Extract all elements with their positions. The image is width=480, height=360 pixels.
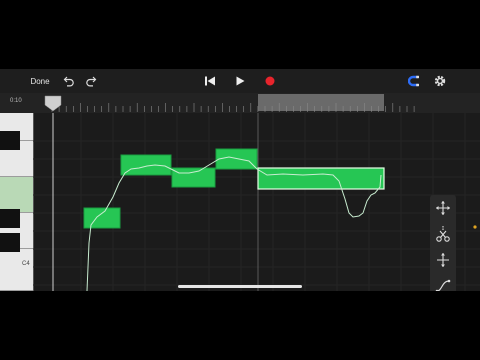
edge-dot <box>473 225 477 229</box>
home-indicator[interactable] <box>178 285 302 288</box>
piano-black-key[interactable] <box>0 209 20 228</box>
grid-canvas <box>33 113 480 291</box>
pitch-note[interactable] <box>171 167 216 188</box>
screen: Done 0:10 C4 <box>0 69 480 291</box>
side-tools-panel <box>430 195 456 291</box>
pitch-note[interactable] <box>83 207 121 229</box>
redo-icon[interactable] <box>82 69 100 93</box>
toolbar: Done <box>0 69 480 93</box>
gear-icon[interactable] <box>430 69 450 93</box>
ruler-ticks <box>51 103 415 112</box>
undo-icon[interactable] <box>60 69 78 93</box>
piano-black-key[interactable] <box>0 233 20 252</box>
split-scissors-icon[interactable] <box>430 221 456 247</box>
piano-white-key-highlighted[interactable] <box>0 177 33 213</box>
rewind-icon[interactable] <box>200 69 220 93</box>
playhead-handle[interactable] <box>44 95 62 112</box>
piano-keyboard[interactable]: C4 <box>0 113 34 291</box>
note-grid[interactable] <box>33 113 480 291</box>
piano-white-key-c4[interactable] <box>0 249 33 291</box>
pitch-note[interactable] <box>120 154 172 176</box>
curve-icon[interactable] <box>430 273 456 291</box>
pitch-note-selected[interactable] <box>257 167 385 190</box>
piano-black-key[interactable] <box>0 131 20 150</box>
magnet-icon[interactable] <box>404 69 424 93</box>
move-arrows-icon[interactable] <box>430 195 456 221</box>
pitch-arrows-icon[interactable] <box>430 247 456 273</box>
c4-label: C4 <box>22 261 30 267</box>
play-icon[interactable] <box>230 69 250 93</box>
record-icon[interactable] <box>260 69 280 93</box>
done-button[interactable]: Done <box>22 69 58 93</box>
timeline-ruler[interactable]: 0:10 <box>0 93 480 113</box>
